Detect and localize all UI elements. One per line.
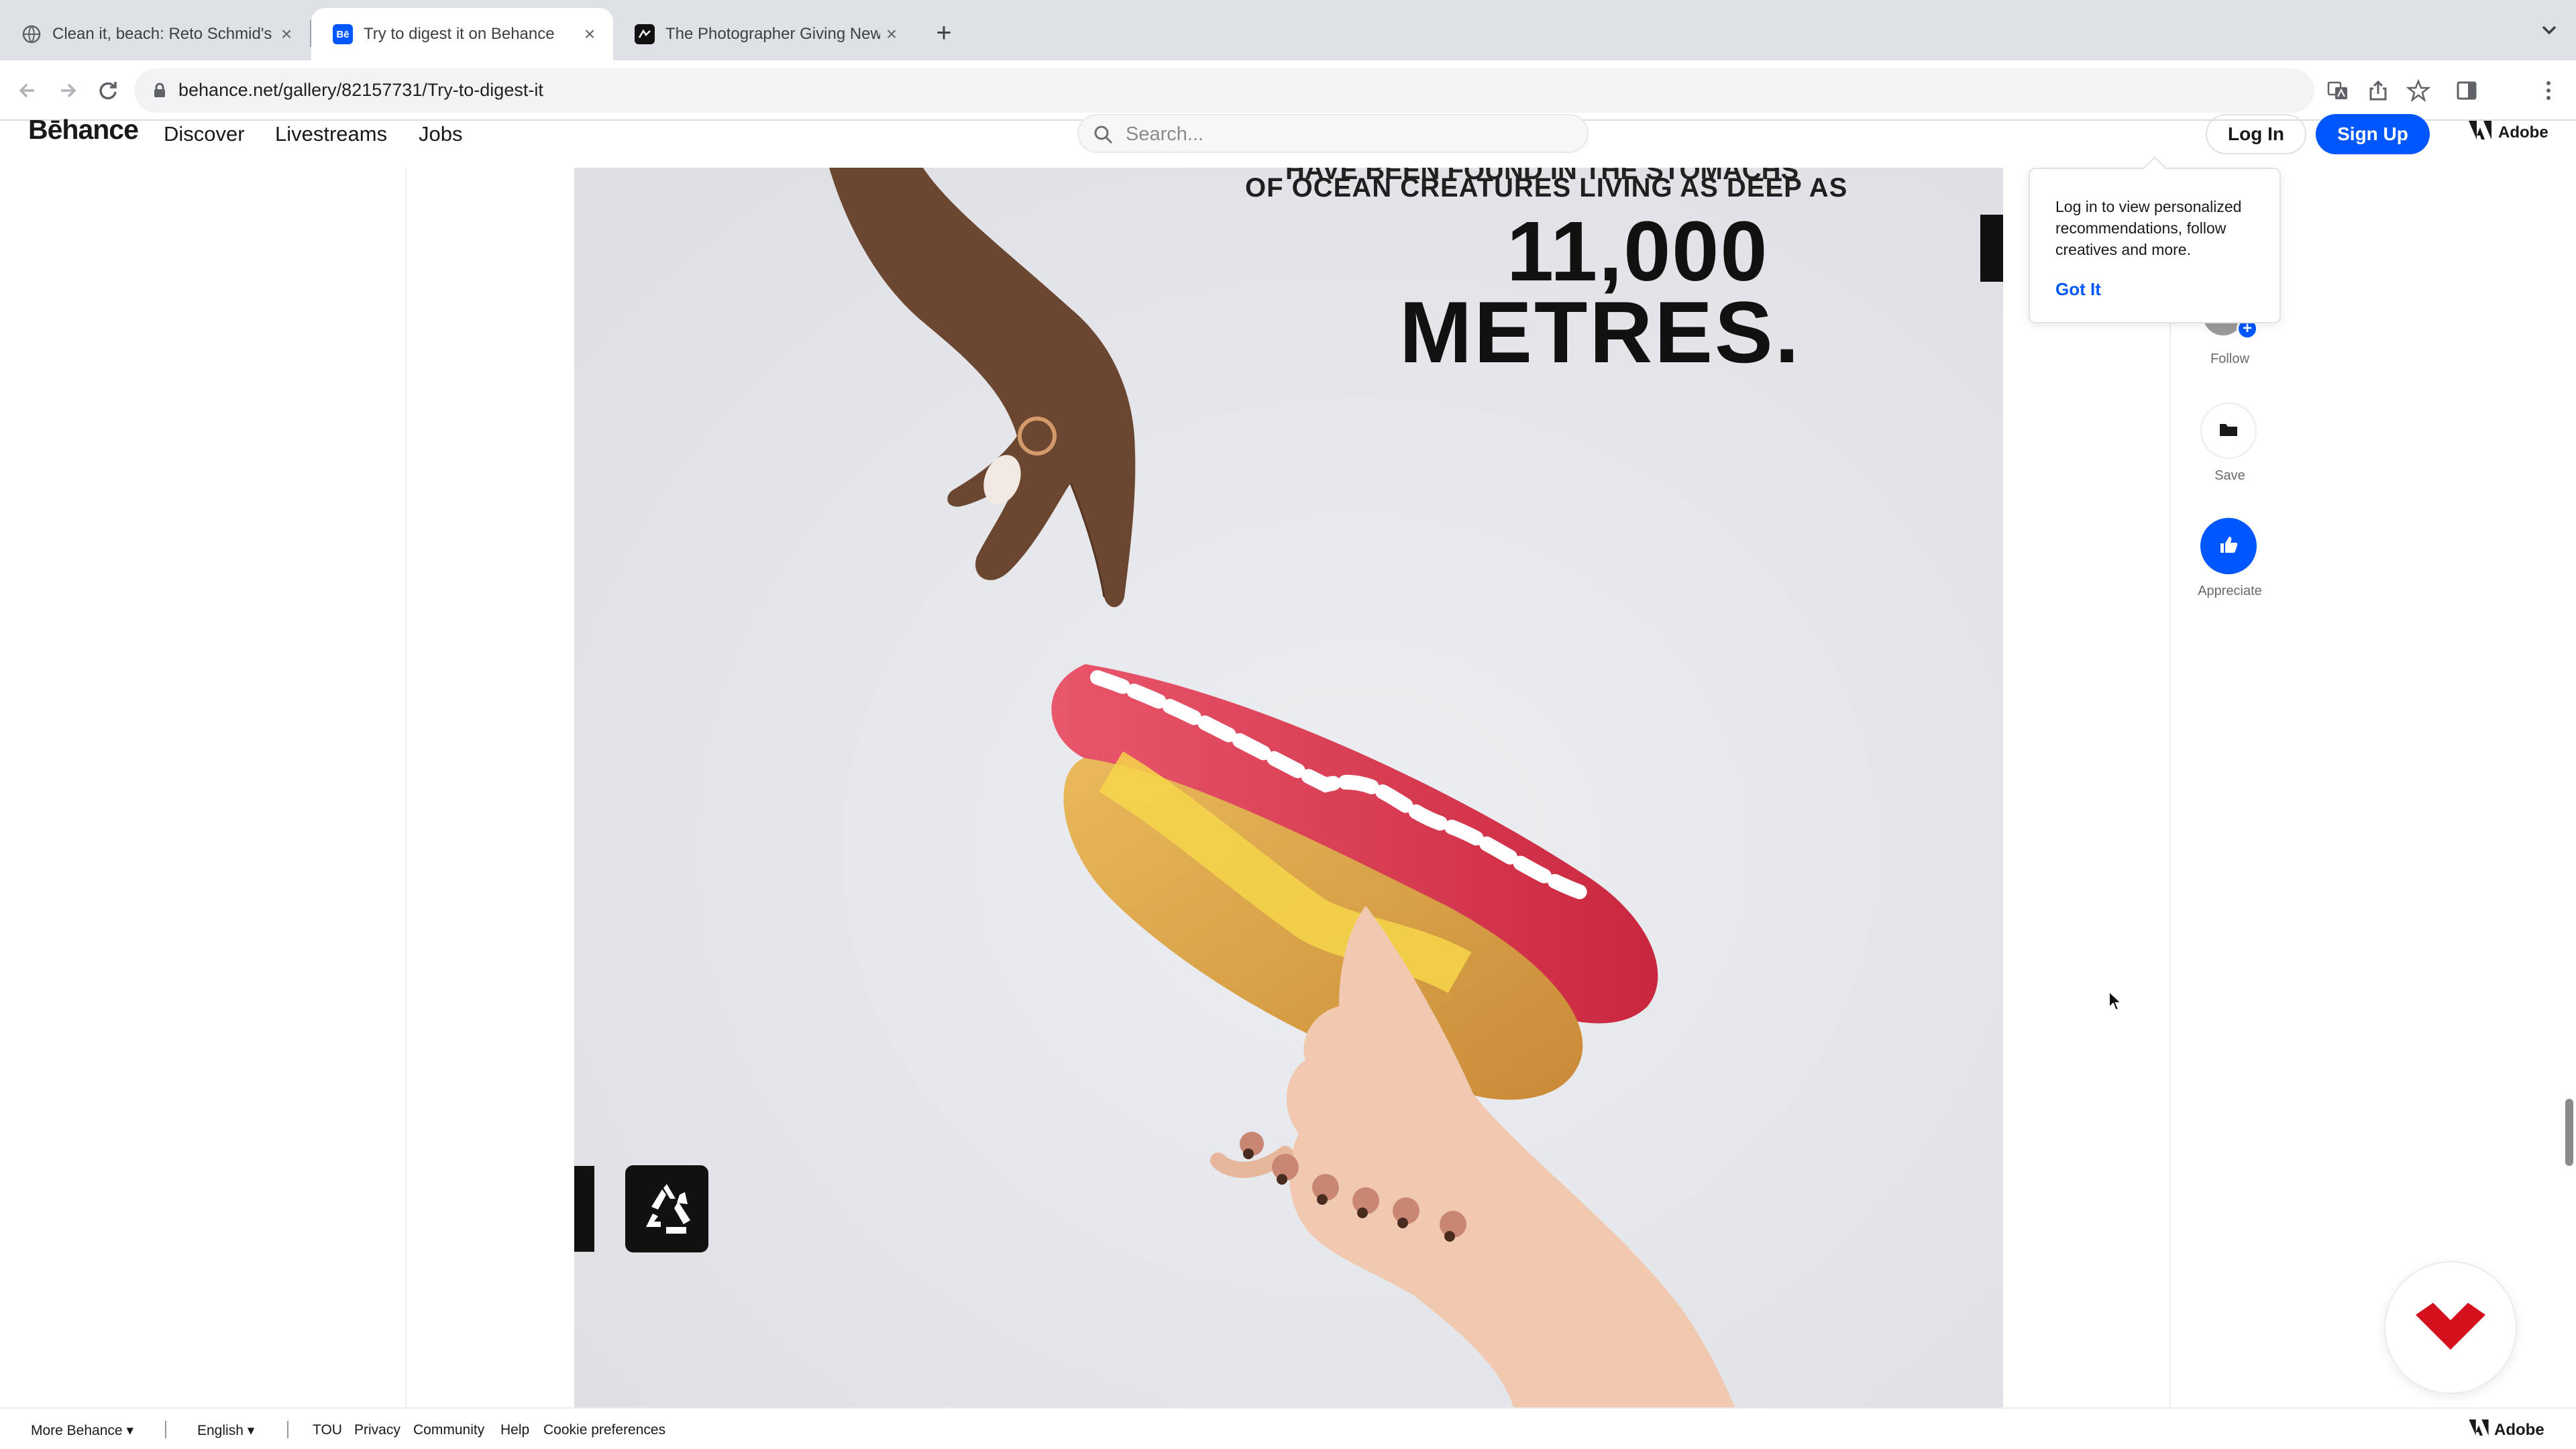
thumbs-up-icon [2218,535,2239,558]
new-tab-button[interactable]: + [927,16,961,50]
tab-photographer[interactable]: The Photographer Giving New × [613,8,915,60]
side-panel-icon[interactable] [2450,74,2483,107]
got-it-button[interactable]: Got It [2055,279,2101,300]
adobe-link[interactable]: Adobe [2469,121,2548,144]
chevron-down-icon[interactable] [2536,16,2563,43]
artwork-headline-line: OF OCEAN CREATURES LIVING AS DEEP AS [1245,173,1848,203]
more-behance-dropdown[interactable]: More Behance ▾ [31,1422,133,1439]
language-dropdown[interactable]: English ▾ [197,1422,254,1439]
divider [405,168,407,1407]
adobe-logo-icon [2469,1419,2489,1440]
recycle-icon [625,1165,708,1252]
footer-link-tou[interactable]: TOU [313,1422,342,1438]
browser-tab-bar: Clean it, beach: Reto Schmid's × Bē Try … [0,0,2576,60]
kebab-menu-icon[interactable] [2532,74,2565,107]
tab-try-to-digest-it[interactable]: Bē Try to digest it on Behance × [311,8,613,60]
dark-favicon-icon [635,24,655,44]
red-chevron-logo-icon [2416,1302,2485,1353]
folder-icon [2218,421,2239,441]
footer-link-cookie-preferences[interactable]: Cookie preferences [543,1422,665,1438]
bookmark-star-icon[interactable] [2402,74,2435,107]
artwork-cut-bar [574,1166,594,1252]
reload-icon[interactable] [91,74,125,107]
search-icon [1094,125,1113,144]
popover-message: Log in to view personalized recommendati… [2055,198,2242,258]
close-icon[interactable]: × [880,23,903,46]
more-behance-label: More Behance [31,1423,123,1438]
tab-title: The Photographer Giving New [665,25,880,43]
adobe-label: Adobe [2494,1420,2544,1439]
footer-link-privacy[interactable]: Privacy [354,1422,400,1438]
caret-down-icon: ▾ [247,1423,255,1438]
address-bar[interactable]: behance.net/gallery/82157731/Try-to-dige… [134,68,2314,113]
browser-toolbar: behance.net/gallery/82157731/Try-to-dige… [0,60,2576,121]
scrollbar-thumb[interactable] [2565,1099,2573,1166]
save-button[interactable] [2200,402,2257,459]
tab-title: Try to digest it on Behance [364,25,555,43]
nav-livestreams[interactable]: Livestreams [275,122,387,146]
login-popover: Log in to view personalized recommendati… [2029,168,2281,323]
page-content: HAVE BEEN FOUND IN THE STOMACHS OF OCEAN… [0,168,2576,1407]
artwork-headline-unit: METRES. [1399,283,1801,381]
search-input[interactable] [1124,122,1570,146]
translate-icon[interactable] [2321,74,2355,107]
appreciate-label: Appreciate [2198,584,2262,598]
floating-chat-widget[interactable] [2384,1261,2517,1394]
share-icon[interactable] [2361,74,2395,107]
appreciate-button[interactable] [2200,518,2257,574]
nav-discover[interactable]: Discover [164,122,245,146]
back-arrow-icon[interactable] [11,74,44,107]
footer-link-help[interactable]: Help [500,1422,529,1438]
language-label: English [197,1423,244,1438]
sign-up-button[interactable]: Sign Up [2316,114,2430,154]
divider [165,1421,166,1438]
log-in-button[interactable]: Log In [2206,114,2306,154]
adobe-link[interactable]: Adobe [2469,1419,2544,1440]
globe-icon [21,24,42,44]
search-bar[interactable] [1077,114,1589,153]
page-footer: More Behance ▾ English ▾ TOU Privacy Com… [0,1407,2576,1449]
artwork-cut-bar [1980,215,2003,282]
divider [2169,168,2171,1407]
follow-label: Follow [2210,352,2249,366]
mouse-cursor-icon [2108,989,2123,1015]
project-artwork-image: HAVE BEEN FOUND IN THE STOMACHS OF OCEAN… [574,168,2003,1407]
forward-arrow-icon[interactable] [51,74,85,107]
tab-title: Clean it, beach: Reto Schmid's [52,25,272,43]
nav-jobs[interactable]: Jobs [419,122,462,146]
url-text: behance.net/gallery/82157731/Try-to-dige… [178,80,543,100]
footer-link-community[interactable]: Community [413,1422,484,1438]
lock-icon [153,83,166,102]
adobe-label: Adobe [2498,123,2548,142]
tab-clean-it-beach[interactable]: Clean it, beach: Reto Schmid's × [0,8,310,60]
save-label: Save [2214,468,2245,483]
close-icon[interactable]: × [578,23,601,46]
behance-favicon-icon: Bē [333,24,353,44]
caret-down-icon: ▾ [126,1423,133,1438]
divider [287,1421,288,1438]
behance-logo[interactable]: Bēhance [28,114,139,146]
close-icon[interactable]: × [275,23,298,46]
adobe-logo-icon [2469,121,2491,144]
